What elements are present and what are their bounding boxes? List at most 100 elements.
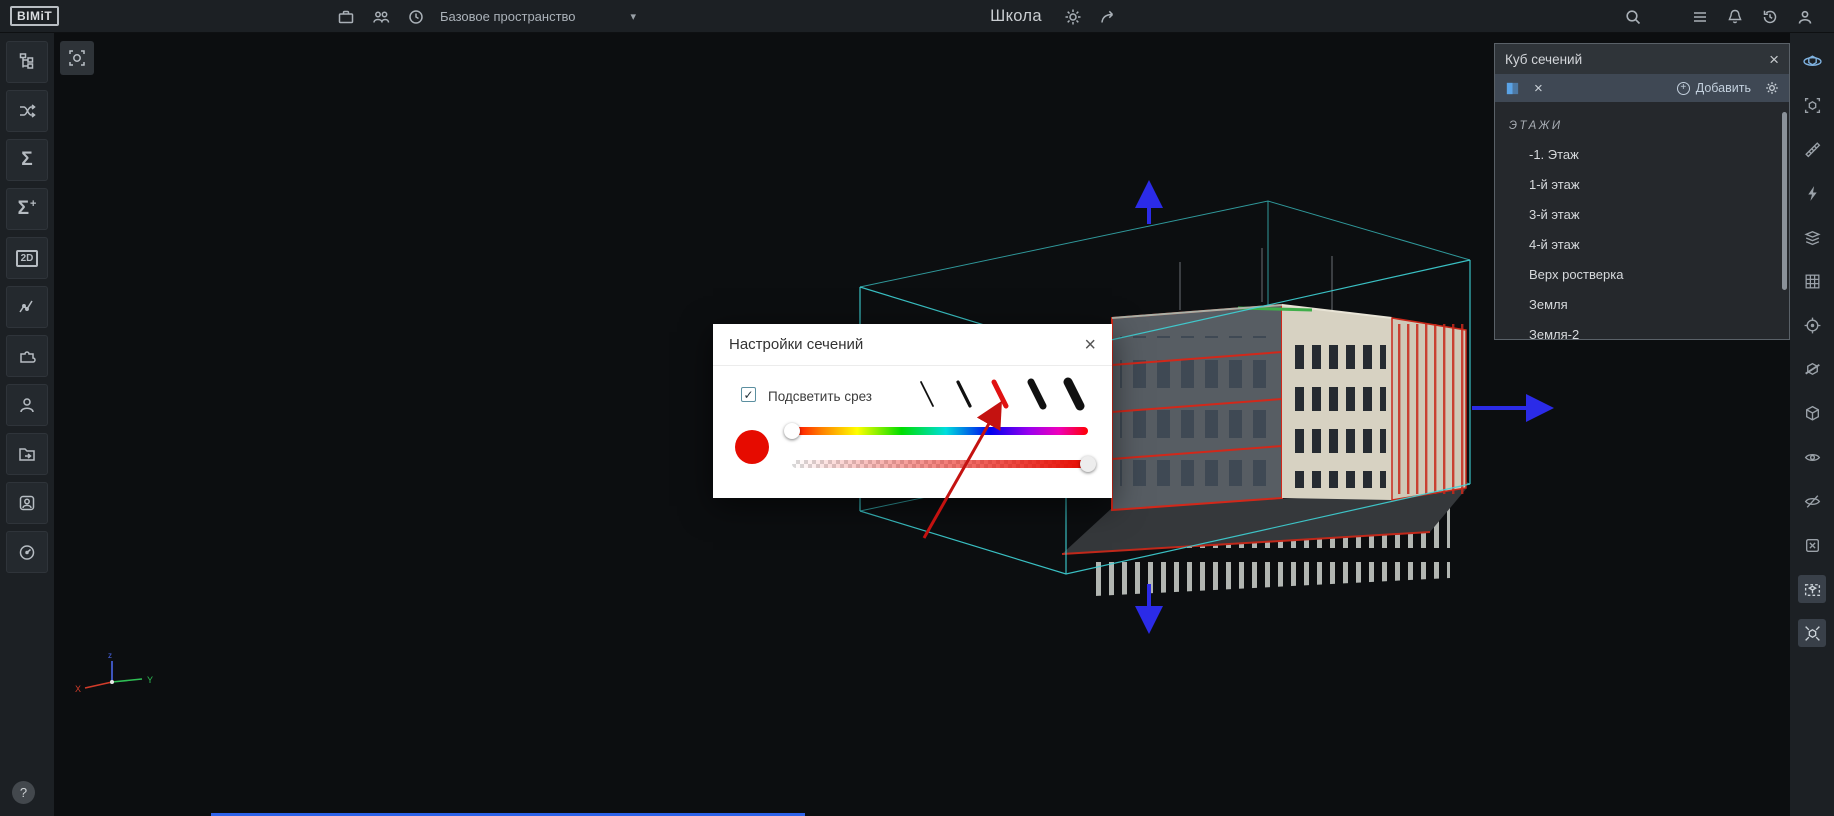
collaboration-icon[interactable] — [371, 7, 391, 27]
panel-title: Куб сечений — [1505, 52, 1582, 67]
axis-x-label: X — [75, 684, 81, 694]
clear-selection-button[interactable] — [1798, 531, 1826, 559]
search-icon[interactable] — [1623, 7, 1643, 27]
section-cube-icon[interactable] — [1505, 81, 1520, 96]
floor-item[interactable]: Земля — [1495, 290, 1789, 320]
opacity-slider[interactable] — [792, 460, 1088, 468]
hide-button[interactable] — [1798, 487, 1826, 515]
workspace-selector-label: Базовое пространство — [440, 9, 576, 24]
isolate-button[interactable] — [1798, 91, 1826, 119]
hue-slider-thumb[interactable] — [784, 423, 800, 439]
notifications-icon[interactable] — [1725, 7, 1745, 27]
axis-gizmo[interactable]: X Y z — [72, 648, 162, 708]
measure-button[interactable] — [1798, 135, 1826, 163]
close-icon[interactable]: × — [1084, 335, 1096, 355]
add-section-button[interactable]: + Добавить — [1677, 81, 1751, 95]
plus-circle-icon: + — [1677, 82, 1690, 95]
topbar: BIMiT Базовое пространство ▾ Школа — [0, 0, 1834, 33]
section-plane-button[interactable] — [1798, 355, 1826, 383]
floors-list: ЭТАЖИ -1. Этаж 1-й этаж 3-й этаж 4-й эта… — [1495, 102, 1789, 339]
show-button[interactable] — [1798, 443, 1826, 471]
history-icon[interactable] — [1760, 7, 1780, 27]
floor-item[interactable]: 4-й этаж — [1495, 230, 1789, 260]
axis-z-label: z — [108, 651, 112, 660]
sigma-icon: Σ — [21, 149, 32, 171]
section-box-button[interactable] — [1798, 575, 1826, 603]
gauge-icon — [17, 542, 37, 562]
floor-item[interactable]: 3-й этаж — [1495, 200, 1789, 230]
user-card-button[interactable] — [6, 482, 48, 524]
person-badge-icon — [17, 493, 37, 513]
project-title: Школа — [990, 0, 1042, 33]
hue-slider[interactable] — [792, 427, 1088, 435]
2d-view-button[interactable]: 2D — [6, 237, 48, 279]
workspace-selector[interactable]: Базовое пространство ▾ — [440, 0, 636, 33]
add-section-label: Добавить — [1696, 81, 1751, 95]
axis-y-label: Y — [147, 675, 153, 685]
panel-scrollbar[interactable] — [1782, 112, 1787, 290]
users-button[interactable] — [6, 384, 48, 426]
share-icon[interactable] — [1098, 7, 1118, 27]
building-model — [1062, 248, 1466, 596]
sigma-icon: Σ — [18, 198, 29, 220]
viewpoint-focus-button[interactable] — [60, 41, 94, 75]
chevron-down-icon: ▾ — [630, 10, 636, 23]
shuffle-icon — [17, 101, 37, 121]
puzzle-icon — [17, 346, 37, 366]
topbar-left-icons — [336, 0, 426, 33]
floor-item[interactable]: -1. Этаж — [1495, 140, 1789, 170]
section-settings-dialog: Настройки сечений × ✓ Подсветить срез — [713, 324, 1112, 498]
dashboard-button[interactable] — [6, 531, 48, 573]
2d-icon: 2D — [16, 250, 39, 267]
line-chart-icon — [17, 297, 37, 317]
close-icon[interactable]: × — [1769, 51, 1779, 68]
section-settings-icon[interactable] — [1765, 81, 1779, 95]
floor-item[interactable]: Земля-2 — [1495, 320, 1789, 339]
user-avatar-icon[interactable] — [1795, 7, 1815, 27]
target-button[interactable] — [1798, 311, 1826, 339]
floor-item[interactable]: Верх ростверка — [1495, 260, 1789, 290]
time-icon[interactable] — [406, 7, 426, 27]
stroke-option-5[interactable] — [1068, 382, 1080, 406]
plus-icon: + — [30, 198, 36, 210]
stroke-option-3-selected[interactable] — [994, 382, 1006, 406]
cube-button[interactable] — [1798, 399, 1826, 427]
floors-group-header: ЭТАЖИ — [1495, 112, 1789, 140]
storeys-button[interactable] — [1798, 223, 1826, 251]
clash-button[interactable] — [1798, 179, 1826, 207]
model-tree-icon — [17, 52, 37, 72]
projects-icon[interactable] — [336, 7, 356, 27]
charts-button[interactable] — [6, 286, 48, 328]
help-button[interactable]: ? — [12, 781, 35, 804]
stroke-option-1[interactable] — [921, 382, 933, 406]
grid-button[interactable] — [1798, 267, 1826, 295]
shared-folder-button[interactable] — [6, 433, 48, 475]
person-icon — [17, 395, 37, 415]
stroke-option-4[interactable] — [1031, 382, 1043, 406]
model-structure-button[interactable] — [6, 41, 48, 83]
app-logo: BIMiT — [10, 6, 59, 26]
right-toolbar — [1790, 33, 1834, 816]
stroke-option-2[interactable] — [958, 382, 970, 406]
opacity-slider-thumb[interactable] — [1080, 456, 1096, 472]
stroke-width-options — [913, 376, 1103, 416]
project-settings-icon[interactable] — [1063, 7, 1083, 27]
menu-list-icon[interactable] — [1690, 7, 1710, 27]
sum-button[interactable]: Σ — [6, 139, 48, 181]
highlight-slice-checkbox[interactable]: ✓ — [741, 387, 756, 402]
dialog-title: Настройки сечений — [729, 336, 863, 353]
plugins-button[interactable] — [6, 335, 48, 377]
folder-share-icon — [17, 444, 37, 464]
highlight-slice-label[interactable]: Подсветить срез — [768, 389, 872, 404]
clear-sections-icon[interactable]: × — [1534, 81, 1543, 96]
dialog-body: ✓ Подсветить срез — [713, 366, 1112, 497]
topbar-right-icons — [1623, 0, 1815, 33]
floor-item[interactable]: 1-й этаж — [1495, 170, 1789, 200]
orbit-button[interactable] — [1798, 47, 1826, 75]
connections-button[interactable] — [6, 90, 48, 132]
sum-add-button[interactable]: Σ+ — [6, 188, 48, 230]
left-toolbar: Σ Σ+ 2D — [0, 33, 54, 816]
color-preview[interactable] — [735, 430, 769, 464]
dialog-header: Настройки сечений × — [713, 324, 1112, 366]
explode-button[interactable] — [1798, 619, 1826, 647]
